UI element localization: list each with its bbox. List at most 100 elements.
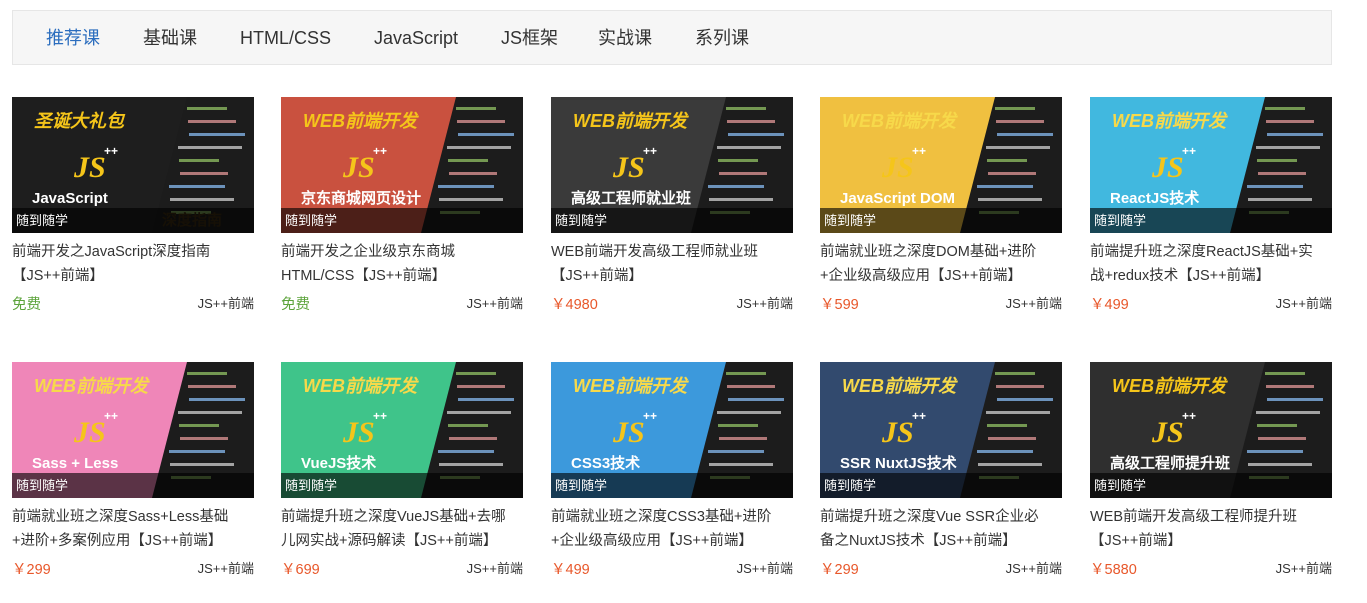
tab-recommended[interactable]: 推荐课 [46, 11, 100, 66]
course-thumbnail[interactable]: WEB前端开发 JS ++ CSS3技术 随到随学 [551, 362, 793, 498]
course-author[interactable]: JS++前端 [198, 558, 254, 577]
course-price: ￥299 [820, 562, 859, 578]
course-title[interactable]: 前端提升班之深度VueJS基础+去哪 儿网实战+源码解读【JS++前端】 [281, 505, 523, 553]
badge-label: 随到随学 [555, 213, 608, 228]
badge-label: 随到随学 [285, 213, 338, 228]
course-thumbnail[interactable]: WEB前端开发 JS ++ 高级工程师就业班 随到随学 [551, 97, 793, 233]
course-author[interactable]: JS++前端 [467, 293, 523, 312]
course-title-line2: 备之NuxtJS技术【JS++前端】 [820, 533, 1017, 549]
learn-anytime-badge: 随到随学 [281, 208, 523, 233]
js-logo-icon: JS [342, 151, 375, 184]
plus-icon: ++ [373, 144, 387, 158]
course-title[interactable]: WEB前端开发高级工程师提升班 【JS++前端】 [1090, 505, 1332, 553]
badge-label: 随到随学 [555, 478, 608, 493]
course-price: ￥4980 [551, 297, 598, 313]
course-thumbnail[interactable]: WEB前端开发 JS ++ VueJS技术 随到随学 [281, 362, 523, 498]
course-title-line1: 前端就业班之深度Sass+Less基础 [12, 509, 229, 525]
course-card[interactable]: WEB前端开发 JS ++ JavaScript DOM 随到随学前端就业班之深度DOM… [820, 97, 1062, 322]
course-thumbnail[interactable]: WEB前端开发 JS ++ Sass + Less 随到随学 [12, 362, 254, 498]
tab-js-frameworks[interactable]: JS框架 [501, 11, 558, 66]
js-logo-icon: JS [1151, 416, 1184, 449]
course-price: 免费 [12, 297, 41, 313]
plus-icon: ++ [912, 409, 926, 423]
course-price: ￥599 [820, 297, 859, 313]
course-price: ￥299 [12, 562, 51, 578]
course-title[interactable]: 前端就业班之深度Sass+Less基础 +进阶+多案例应用【JS++前端】 [12, 505, 254, 553]
course-title-line2: 【JS++前端】 [1090, 533, 1182, 549]
course-price: ￥699 [281, 562, 320, 578]
thumbnail-header-text: WEB前端开发 [1112, 111, 1228, 131]
course-card[interactable]: WEB前端开发 JS ++ 高级工程师就业班 随到随学 WEB前端开发高级工程师就业班 【J… [551, 97, 793, 322]
course-thumbnail[interactable]: WEB前端开发 JS ++ SSR NuxtJS技术 随到随学 [820, 362, 1062, 498]
course-thumbnail[interactable]: WEB前端开发 JS ++ ReactJS技术 随到随学 [1090, 97, 1332, 233]
tab-html-css[interactable]: HTML/CSS [240, 11, 331, 66]
course-card[interactable]: WEB前端开发 JS ++ CSS3技术 随到随学前端就业班之深度CSS3基础+进阶 +企… [551, 362, 793, 587]
js-logo-icon: JS [1151, 151, 1184, 184]
plus-icon: ++ [1182, 409, 1196, 423]
course-card[interactable]: WEB前端开发 JS ++ 京东商城网页设计 随到随学前端开发之企业级京东商城 HTML/… [281, 97, 523, 322]
course-title-line1: 前端开发之JavaScript深度指南 [12, 244, 211, 260]
tab-basics[interactable]: 基础课 [143, 11, 197, 66]
course-card[interactable]: WEB前端开发 JS ++ ReactJS技术 随到随学 前端提升班之深度ReactJS基… [1090, 97, 1332, 322]
course-title[interactable]: 前端就业班之深度DOM基础+进阶 +企业级高级应用【JS++前端】 [820, 240, 1062, 288]
badge-label: 随到随学 [16, 213, 69, 228]
course-title-line1: WEB前端开发高级工程师就业班 [551, 244, 759, 260]
course-card[interactable]: 圣诞大礼包JS++JavaScript深度指南随到随学前端开发之JavaScri… [12, 97, 254, 322]
course-title[interactable]: WEB前端开发高级工程师就业班 【JS++前端】 [551, 240, 793, 288]
course-thumbnail[interactable]: 圣诞大礼包JS++JavaScript深度指南随到随学 [12, 97, 254, 233]
course-card[interactable]: WEB前端开发 JS ++ Sass + Less 随到随学 前端就业班之深度Sass+L… [12, 362, 254, 587]
thumbnail-subtitle-text: JavaScript DOM [840, 190, 955, 207]
badge-label: 随到随学 [824, 478, 877, 493]
course-category-tabs: 推荐课 基础课 HTML/CSS JavaScript JS框架 实战课 系列课 [12, 10, 1332, 65]
js-logo-icon: JS [881, 151, 914, 184]
js-logo-icon: JS [73, 416, 106, 449]
learn-anytime-badge: 随到随学 [551, 208, 793, 233]
course-author[interactable]: JS++前端 [467, 558, 523, 577]
tab-practical[interactable]: 实战课 [598, 11, 652, 66]
thumbnail-header-text: WEB前端开发 [1112, 376, 1228, 396]
js-logo-icon: JS [73, 151, 106, 184]
course-title-line2: 【JS++前端】 [551, 268, 643, 284]
course-author[interactable]: JS++前端 [1006, 293, 1062, 312]
thumbnail-header-text: WEB前端开发 [842, 376, 958, 396]
course-title[interactable]: 前端开发之企业级京东商城 HTML/CSS【JS++前端】 [281, 240, 523, 288]
course-title-line1: 前端提升班之深度ReactJS基础+实 [1090, 244, 1313, 260]
course-title-line2: HTML/CSS【JS++前端】 [281, 268, 447, 284]
tab-javascript[interactable]: JavaScript [374, 11, 458, 66]
course-title[interactable]: 前端开发之JavaScript深度指南 【JS++前端】 [12, 240, 254, 288]
course-title-line2: 【JS++前端】 [12, 268, 104, 284]
course-thumbnail[interactable]: WEB前端开发 JS ++ JavaScript DOM 随到随学 [820, 97, 1062, 233]
course-author[interactable]: JS++前端 [198, 293, 254, 312]
plus-icon: ++ [643, 144, 657, 158]
course-title[interactable]: 前端提升班之深度Vue SSR企业必 备之NuxtJS技术【JS++前端】 [820, 505, 1062, 553]
plus-icon: ++ [373, 409, 387, 423]
thumbnail-subtitle-text: JavaScript [32, 190, 108, 207]
course-author[interactable]: JS++前端 [1276, 293, 1332, 312]
learn-anytime-badge: 随到随学 [820, 208, 1062, 233]
course-title-line2: +企业级高级应用【JS++前端】 [551, 533, 753, 549]
course-thumbnail[interactable]: WEB前端开发 JS ++ 高级工程师提升班 随到随学 [1090, 362, 1332, 498]
thumbnail-header-text: WEB前端开发 [34, 376, 150, 396]
course-author[interactable]: JS++前端 [1276, 558, 1332, 577]
badge-label: 随到随学 [16, 478, 69, 493]
course-thumbnail[interactable]: WEB前端开发 JS ++ 京东商城网页设计 随到随学 [281, 97, 523, 233]
course-card[interactable]: WEB前端开发 JS ++ VueJS技术 随到随学前端提升班之深度VueJS基础+去哪… [281, 362, 523, 587]
course-price: ￥499 [1090, 297, 1129, 313]
course-title-line2: +企业级高级应用【JS++前端】 [820, 268, 1022, 284]
course-card[interactable]: WEB前端开发 JS ++ SSR NuxtJS技术 随到随学前端提升班之深度Vue S… [820, 362, 1062, 587]
course-title-line1: 前端提升班之深度VueJS基础+去哪 [281, 509, 506, 525]
course-card[interactable]: WEB前端开发 JS ++ 高级工程师提升班 随到随学 WEB前端开发高级工程师提升班 【J… [1090, 362, 1332, 587]
js-logo-icon: JS [612, 416, 645, 449]
course-title[interactable]: 前端就业班之深度CSS3基础+进阶 +企业级高级应用【JS++前端】 [551, 505, 793, 553]
course-author[interactable]: JS++前端 [1006, 558, 1062, 577]
thumbnail-subtitle-text: 高级工程师就业班 [571, 189, 691, 207]
tab-series[interactable]: 系列课 [695, 11, 749, 66]
plus-icon: ++ [1182, 144, 1196, 158]
plus-icon: ++ [643, 409, 657, 423]
js-logo-icon: JS [612, 151, 645, 184]
thumbnail-header-text: WEB前端开发 [303, 376, 419, 396]
course-author[interactable]: JS++前端 [737, 293, 793, 312]
course-author[interactable]: JS++前端 [737, 558, 793, 577]
thumbnail-subtitle-text: ReactJS技术 [1110, 189, 1199, 207]
course-title[interactable]: 前端提升班之深度ReactJS基础+实 战+redux技术【JS++前端】 [1090, 240, 1332, 288]
